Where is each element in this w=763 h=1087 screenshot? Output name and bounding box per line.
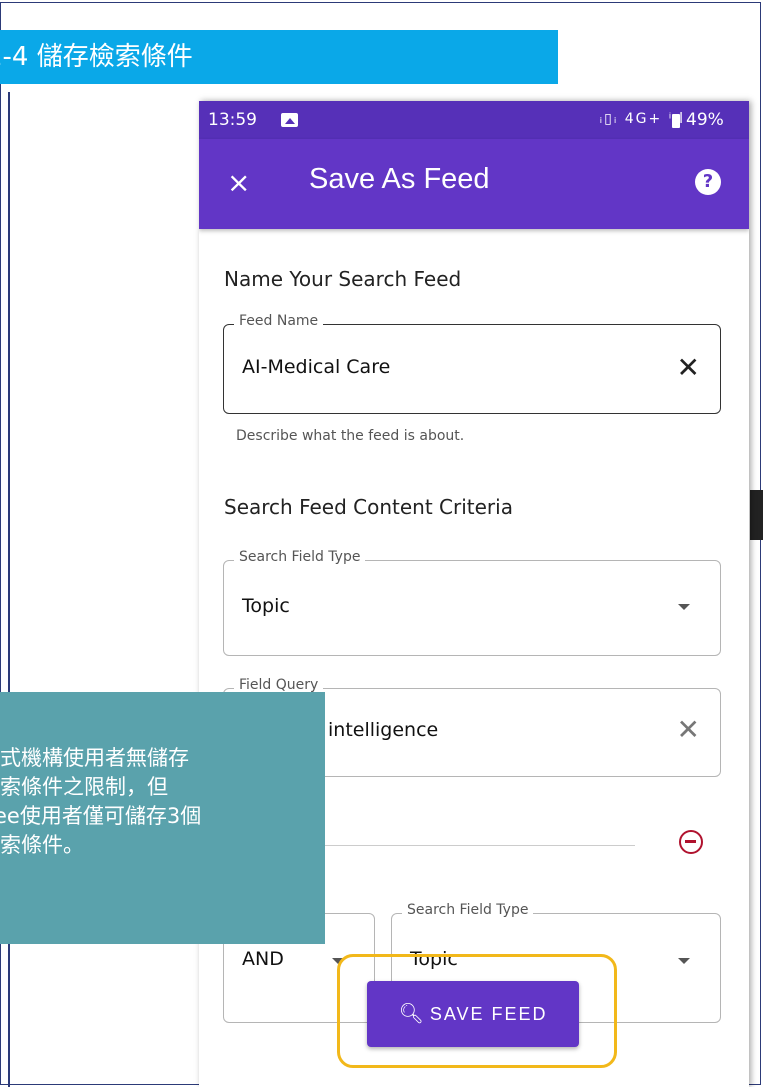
search-field-type-select[interactable]: Search Field Type Topic bbox=[223, 549, 721, 656]
search-field-type-label: Search Field Type bbox=[234, 549, 366, 565]
help-icon[interactable]: ? bbox=[695, 169, 721, 195]
slide-title: 1-4 儲存檢索條件 bbox=[0, 42, 193, 72]
image-notification-icon bbox=[281, 113, 298, 127]
clear-icon[interactable]: ✕ bbox=[677, 351, 700, 384]
feed-name-value: AI-Medical Care bbox=[242, 356, 391, 378]
criteria-section-title: Search Feed Content Criteria bbox=[224, 495, 513, 519]
search-field-type-label: Search Field Type bbox=[402, 902, 534, 918]
feed-name-label: Feed Name bbox=[234, 313, 324, 329]
callout-note: 式機構使用者無儲存 索條件之限制，但 ee使用者僅可儲存3個 索條件。 bbox=[0, 692, 325, 944]
app-bar: × Save As Feed ? bbox=[199, 139, 749, 229]
feed-name-helper: Describe what the feed is about. bbox=[236, 428, 465, 444]
chevron-down-icon[interactable] bbox=[678, 958, 690, 964]
search-field-type-value: Topic bbox=[242, 595, 290, 617]
callout-line: ee使用者僅可儲存3個 bbox=[0, 804, 202, 828]
battery-icon bbox=[672, 114, 680, 128]
clear-icon[interactable]: ✕ bbox=[677, 713, 700, 746]
remove-criteria-icon[interactable] bbox=[679, 830, 703, 854]
status-bar: 13:59 ᵢ▯ᵢ 4G+ ⁱıl 49% bbox=[199, 101, 749, 139]
slide-title-banner: 1-4 儲存檢索條件 bbox=[0, 30, 558, 84]
operator-value: AND bbox=[242, 948, 284, 970]
callout-line: 索條件之限制，但 bbox=[0, 775, 168, 799]
field-query-label: Field Query bbox=[234, 677, 324, 693]
feed-name-field[interactable]: Feed Name AI-Medical Care ✕ bbox=[223, 313, 721, 414]
callout-line: 索條件。 bbox=[0, 833, 84, 857]
callout-line: 式機構使用者無儲存 bbox=[0, 746, 189, 770]
chevron-down-icon[interactable] bbox=[678, 604, 690, 610]
field-query-value: intelligence bbox=[328, 719, 439, 741]
page-title: Save As Feed bbox=[309, 163, 490, 195]
name-section-title: Name Your Search Feed bbox=[224, 267, 462, 291]
background-dark-edge bbox=[750, 490, 763, 540]
close-icon[interactable]: × bbox=[227, 165, 250, 201]
battery-percent: 49% bbox=[686, 110, 724, 130]
status-time: 13:59 bbox=[208, 110, 257, 130]
highlight-box bbox=[337, 954, 617, 1068]
